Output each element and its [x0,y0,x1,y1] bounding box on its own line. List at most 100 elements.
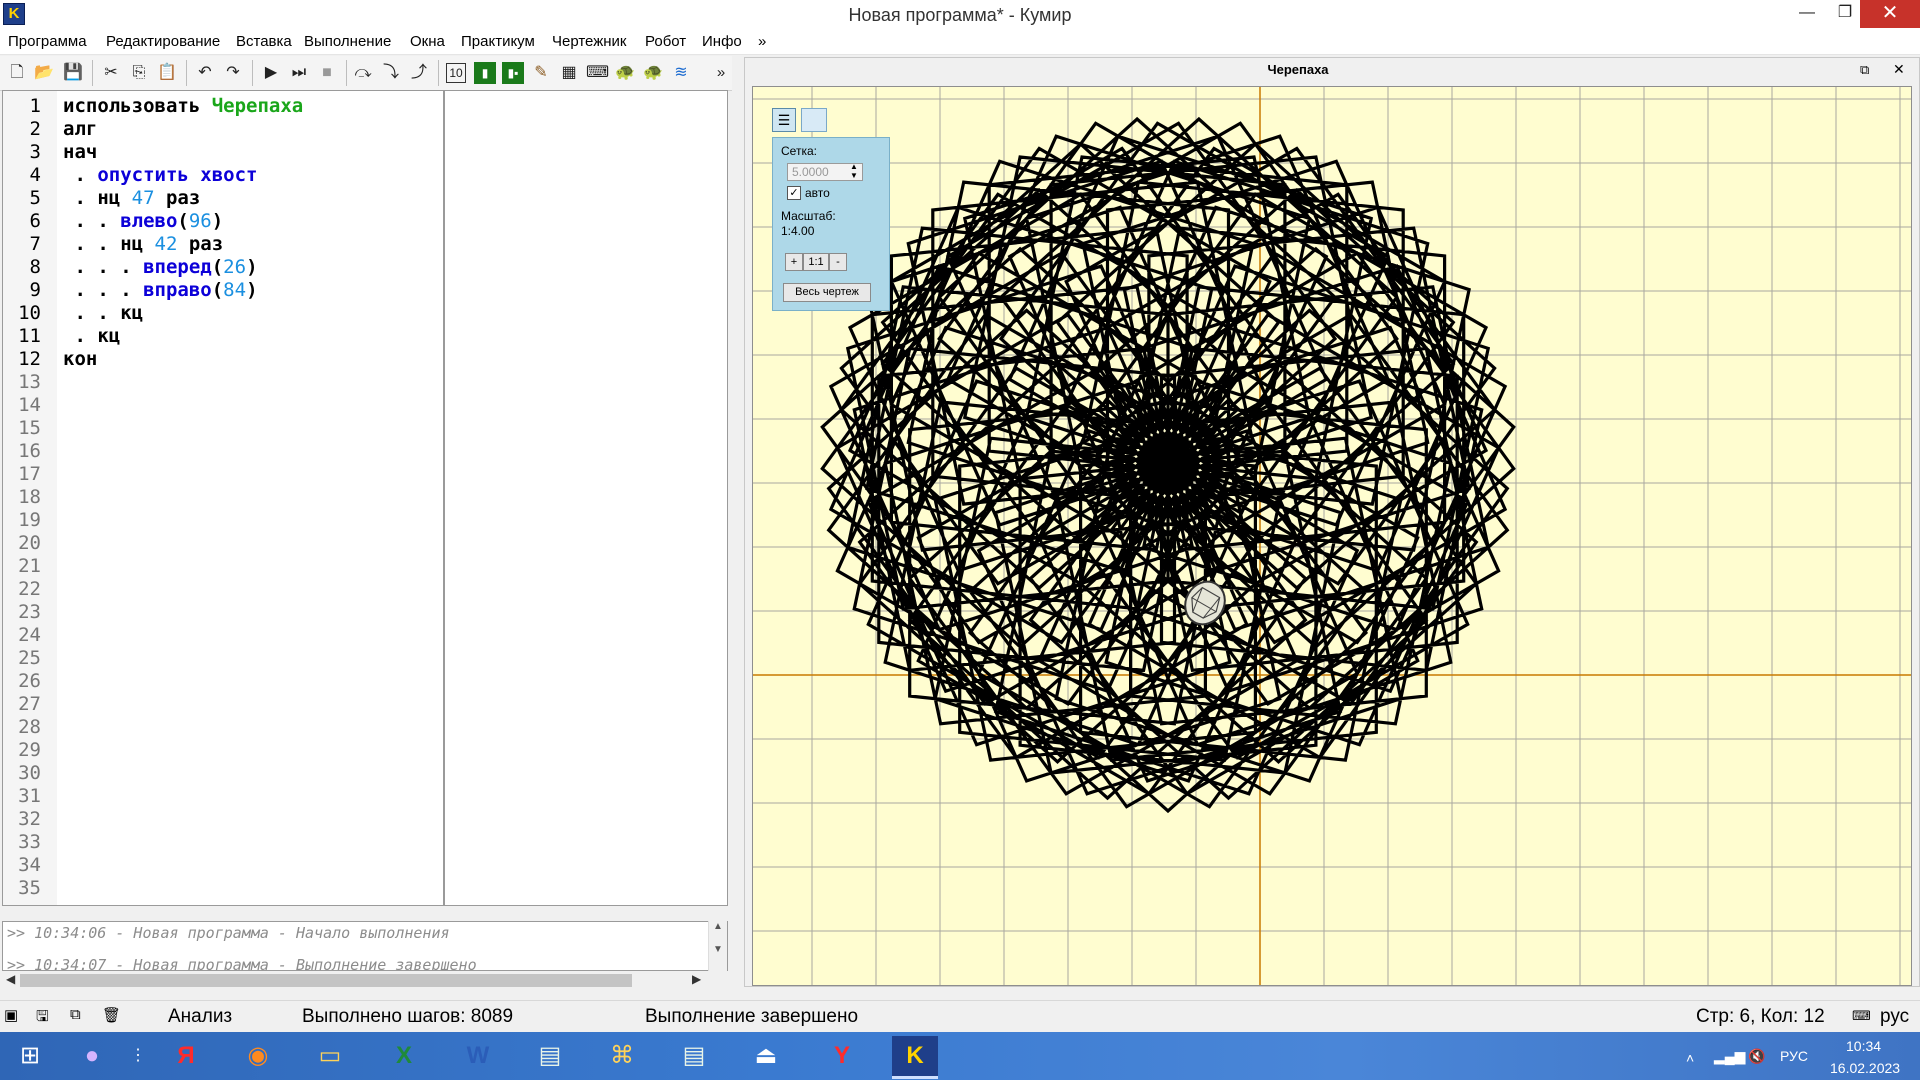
menu-info[interactable]: Инфо [702,33,742,50]
code-line[interactable]: . кц [63,325,120,347]
clock-date[interactable]: 16.02.2023 [1830,1060,1900,1076]
code-line[interactable]: . . кц [63,302,143,324]
clear-output-icon[interactable]: 🗑 [102,1006,121,1024]
menu-insert[interactable]: Вставка [236,33,292,50]
word-icon[interactable]: W [452,1036,504,1076]
line-number: 14 [18,394,41,416]
copy-icon[interactable]: ⎘ [128,62,150,84]
turtle-drawing [753,87,1911,985]
code-line[interactable]: алг [63,118,97,140]
line-number: 29 [18,739,41,761]
app-window-icon[interactable]: ▤ [668,1036,720,1076]
draftsman-icon[interactable]: ✎ [530,62,552,84]
scroll-down-icon[interactable]: ▼ [709,944,727,955]
code-line[interactable]: . . . вперед(26) [63,256,257,278]
kumir-taskbar-icon[interactable]: K [892,1036,938,1079]
console-vertical-scrollbar[interactable]: ▲ ▼ [708,921,727,971]
console-toggle-icon[interactable]: ▣ [4,1006,18,1024]
undock-icon[interactable]: ⧉ [1860,62,1869,78]
save-icon[interactable]: 💾 [62,62,84,84]
menu-program[interactable]: Программа [8,33,87,50]
turtle-remote-icon[interactable]: 🐢 [642,62,664,84]
line-number: 6 [29,210,41,232]
open-folder-icon[interactable]: 📂 [33,62,55,84]
volume-muted-icon[interactable]: 🔇 [1748,1048,1765,1065]
variables-window-icon[interactable]: 10 [446,63,466,83]
turtle-canvas[interactable] [752,86,1912,986]
yandex-browser-icon[interactable]: Я [160,1036,212,1076]
scroll-up-icon[interactable]: ▲ [709,921,727,932]
menu-overflow[interactable]: » [758,33,766,50]
menu-run[interactable]: Выполнение [304,33,391,50]
keyboard-icon[interactable]: ⌨ [586,62,609,84]
step-over-icon[interactable]: ⤼ [352,62,374,84]
code-line[interactable]: нач [63,141,97,163]
robot-remote-icon[interactable]: ▮▪ [502,62,524,84]
app-window-icon[interactable]: ▤ [524,1036,576,1076]
painter-grid-icon[interactable]: ▦ [558,62,580,84]
code-line[interactable]: . опустить хвост [63,164,257,186]
scroll-right-icon[interactable]: ▶ [692,972,701,986]
copy-output-icon[interactable]: ⧉ [70,1006,81,1023]
firefox-icon[interactable]: ◉ [232,1036,284,1076]
menu-robot[interactable]: Робот [645,33,686,50]
turtle-icon[interactable]: 🐢 [614,62,636,84]
python-icon[interactable]: ⌘ [596,1036,648,1076]
windows-start-icon[interactable]: ⊞ [4,1036,56,1076]
zoom-reset-button[interactable]: 1:1 [803,253,829,271]
new-file-icon[interactable]: 🗋 [6,62,28,84]
code-line[interactable]: использовать Черепаха [63,95,303,117]
code-line[interactable]: . нц 47 раз [63,187,200,209]
toolbar-overflow-button[interactable]: » [710,62,732,84]
scroll-left-icon[interactable]: ◀ [6,972,15,986]
step-run-icon[interactable]: ⏭ [288,62,310,84]
code-line[interactable]: . . . вправо(84) [63,279,257,301]
output-console[interactable]: >> 10:34:06 - Новая программа - Начало в… [2,921,728,971]
run-icon[interactable]: ▶ [260,62,282,84]
code-editor[interactable]: 1 2 3 4 5 6 7 8 9 10 11 12 13 14 15 16 17 18 19 20 21 22 23 24 2… [2,90,728,906]
excel-icon[interactable]: X [378,1036,430,1076]
menu-draftsman[interactable]: Чертежник [552,33,627,50]
fit-drawing-button[interactable]: Весь чертеж [783,283,871,302]
grid-spin-box[interactable]: 5.0000 ▲ ▼ [787,162,863,181]
line-number: 33 [18,831,41,853]
window-title: Новая программа* - Кумир [848,5,1072,25]
scanner-icon[interactable]: ⏏ [740,1036,792,1076]
save-output-icon[interactable]: 🖫 [36,1006,49,1031]
menu-practicum[interactable]: Практикум [461,33,535,50]
tray-overflow-icon[interactable]: ˄ [1686,1050,1694,1066]
stop-icon[interactable]: ■ [316,62,338,84]
code-line[interactable]: кон [63,348,97,370]
zoom-out-button[interactable]: - [829,253,847,271]
auto-grid-checkbox[interactable]: ✓ [787,186,801,200]
indent-marks: . . . [63,256,144,278]
scrollbar-thumb[interactable] [20,974,632,987]
aquarium-icon[interactable]: ≋ [670,62,692,84]
code-token: 96 [188,210,212,232]
yandex-icon[interactable]: Y [816,1036,868,1076]
code-line[interactable]: . . нц 42 раз [63,233,223,255]
undo-icon[interactable]: ↶ [194,62,216,84]
menu-windows[interactable]: Окна [410,33,445,50]
panel-close-icon[interactable]: ✕ [1893,61,1905,78]
menu-toggle-icon[interactable]: ☰ [772,108,796,132]
robot-window-icon[interactable]: ▮ [474,62,496,84]
panel-toggle-button[interactable] [801,108,827,132]
paste-icon[interactable]: 📋 [156,62,178,84]
cut-icon[interactable]: ✂ [100,62,122,84]
network-icon[interactable]: ▂▄▆ [1714,1048,1745,1065]
clock-time[interactable]: 10:34 [1846,1038,1881,1054]
menu-edit[interactable]: Редактирование [106,33,220,50]
turtle-panel-title: Черепаха [1267,62,1329,77]
input-language[interactable]: РУС [1780,1048,1808,1064]
spin-arrows-icon[interactable]: ▲ ▼ [850,162,858,180]
alice-assistant-icon[interactable]: ● [66,1036,118,1076]
code-line[interactable]: . . влево(96) [63,210,223,232]
step-out-icon[interactable]: ⤴ [408,62,430,84]
editor-margin-divider[interactable] [443,91,445,905]
file-explorer-icon[interactable]: ▭ [304,1036,356,1076]
zoom-in-button[interactable]: + [785,253,803,271]
close-button[interactable]: ✕ [1860,0,1920,28]
step-into-icon[interactable]: ⤵ [380,62,402,84]
redo-icon[interactable]: ↷ [222,62,244,84]
